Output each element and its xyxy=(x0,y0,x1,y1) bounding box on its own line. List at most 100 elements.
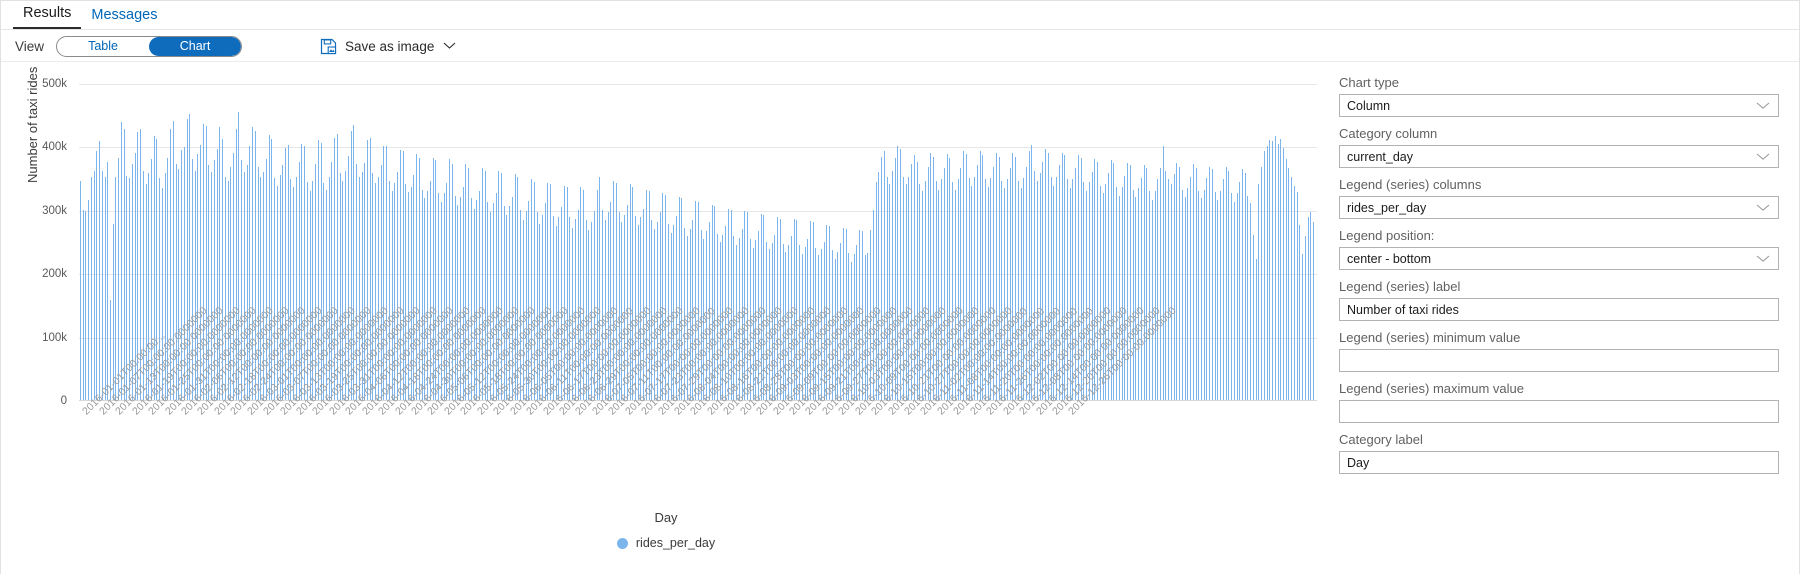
bar[interactable] xyxy=(1160,168,1161,400)
bar[interactable] xyxy=(1152,200,1153,400)
view-toggle-table[interactable]: Table xyxy=(57,37,149,56)
bar[interactable] xyxy=(1258,184,1259,400)
bar[interactable] xyxy=(1198,191,1199,400)
config-select[interactable]: rides_per_day xyxy=(1339,196,1779,219)
chart-legend[interactable]: rides_per_day xyxy=(1,536,1331,550)
view-toggle-group[interactable]: Table Chart xyxy=(56,36,242,57)
bar[interactable] xyxy=(1286,159,1287,400)
bar[interactable] xyxy=(80,181,81,400)
chevron-down-icon[interactable] xyxy=(1756,99,1770,113)
bar[interactable] xyxy=(115,177,116,400)
bar[interactable] xyxy=(1280,139,1281,400)
bar[interactable] xyxy=(1313,222,1314,400)
bar[interactable] xyxy=(1269,140,1270,400)
bar[interactable] xyxy=(1174,174,1175,400)
bar[interactable] xyxy=(83,210,84,400)
bar[interactable] xyxy=(1168,179,1169,400)
tab-results[interactable]: Results xyxy=(13,2,81,29)
bar[interactable] xyxy=(1201,198,1202,400)
config-select[interactable]: Column xyxy=(1339,94,1779,117)
bar[interactable] xyxy=(1185,197,1186,400)
chevron-down-icon[interactable] xyxy=(443,37,456,55)
bar[interactable] xyxy=(1228,171,1229,401)
bar[interactable] xyxy=(1217,200,1218,400)
legend-item-label[interactable]: rides_per_day xyxy=(636,536,715,550)
bar[interactable] xyxy=(1149,191,1150,400)
bar[interactable] xyxy=(1155,191,1156,400)
config-text-input[interactable] xyxy=(1339,400,1779,423)
bar[interactable] xyxy=(1247,196,1248,400)
bar[interactable] xyxy=(1299,225,1300,400)
bar[interactable] xyxy=(1176,163,1177,400)
bar[interactable] xyxy=(1193,164,1194,400)
bar[interactable] xyxy=(1187,188,1188,400)
bar[interactable] xyxy=(1146,168,1147,400)
bar[interactable] xyxy=(1239,182,1240,400)
bar[interactable] xyxy=(1261,167,1262,400)
save-as-image-button[interactable]: Save as image xyxy=(320,37,456,55)
bar[interactable] xyxy=(1291,177,1292,400)
bar[interactable] xyxy=(1190,177,1191,400)
bar[interactable] xyxy=(1144,165,1145,400)
bar[interactable] xyxy=(1278,144,1279,400)
bar[interactable] xyxy=(102,171,103,401)
bar[interactable] xyxy=(1288,168,1289,400)
bar[interactable] xyxy=(1305,236,1306,400)
bar[interactable] xyxy=(1138,188,1139,400)
bar[interactable] xyxy=(1264,151,1265,400)
bar[interactable] xyxy=(1212,169,1213,400)
bar[interactable] xyxy=(105,177,106,400)
bar[interactable] xyxy=(1250,203,1251,400)
bar[interactable] xyxy=(1133,190,1134,400)
bar[interactable] xyxy=(1283,148,1284,400)
bar[interactable] xyxy=(94,171,95,401)
bar[interactable] xyxy=(1165,171,1166,401)
bar[interactable] xyxy=(107,162,108,400)
bar[interactable] xyxy=(1237,193,1238,400)
bar[interactable] xyxy=(1220,191,1221,400)
bar[interactable] xyxy=(1215,192,1216,400)
bar[interactable] xyxy=(91,177,92,400)
bar[interactable] xyxy=(1171,184,1172,400)
config-text-input[interactable]: Number of taxi rides xyxy=(1339,298,1779,321)
bar[interactable] xyxy=(1256,259,1257,400)
config-select[interactable]: current_day xyxy=(1339,145,1779,168)
bar[interactable] xyxy=(1196,168,1197,400)
bar[interactable] xyxy=(1297,192,1298,400)
bar[interactable] xyxy=(1294,186,1295,400)
bar[interactable] xyxy=(1272,141,1273,400)
chevron-down-icon[interactable] xyxy=(1756,150,1770,164)
bar[interactable] xyxy=(1302,254,1303,400)
config-text-input[interactable] xyxy=(1339,349,1779,372)
bar[interactable] xyxy=(1245,173,1246,400)
bar[interactable] xyxy=(124,129,125,400)
bar[interactable] xyxy=(1130,165,1131,400)
bar[interactable] xyxy=(1135,197,1136,400)
bar[interactable] xyxy=(1179,167,1180,400)
bar[interactable] xyxy=(1234,202,1235,400)
bar[interactable] xyxy=(1157,179,1158,400)
bar[interactable] xyxy=(1275,136,1276,400)
bar[interactable] xyxy=(118,158,119,400)
chevron-down-icon[interactable] xyxy=(1756,201,1770,215)
bar[interactable] xyxy=(1141,178,1142,400)
bar[interactable] xyxy=(1182,190,1183,400)
bar[interactable] xyxy=(85,211,86,400)
bar[interactable] xyxy=(88,200,89,400)
bar[interactable] xyxy=(99,141,100,400)
bar[interactable] xyxy=(1163,146,1164,400)
config-text-input[interactable]: Day xyxy=(1339,451,1779,474)
bar[interactable] xyxy=(1209,167,1210,400)
bar[interactable] xyxy=(1204,190,1205,400)
bar[interactable] xyxy=(1267,146,1268,400)
bar[interactable] xyxy=(1242,169,1243,400)
view-toggle-chart[interactable]: Chart xyxy=(149,37,241,56)
bar[interactable] xyxy=(1223,179,1224,400)
config-select[interactable]: center - bottom xyxy=(1339,247,1779,270)
bar[interactable] xyxy=(1231,193,1232,400)
bar[interactable] xyxy=(1206,178,1207,400)
chevron-down-icon[interactable] xyxy=(1756,252,1770,266)
bar[interactable] xyxy=(96,151,97,400)
bar[interactable] xyxy=(1310,212,1311,400)
tab-messages[interactable]: Messages xyxy=(81,4,167,29)
